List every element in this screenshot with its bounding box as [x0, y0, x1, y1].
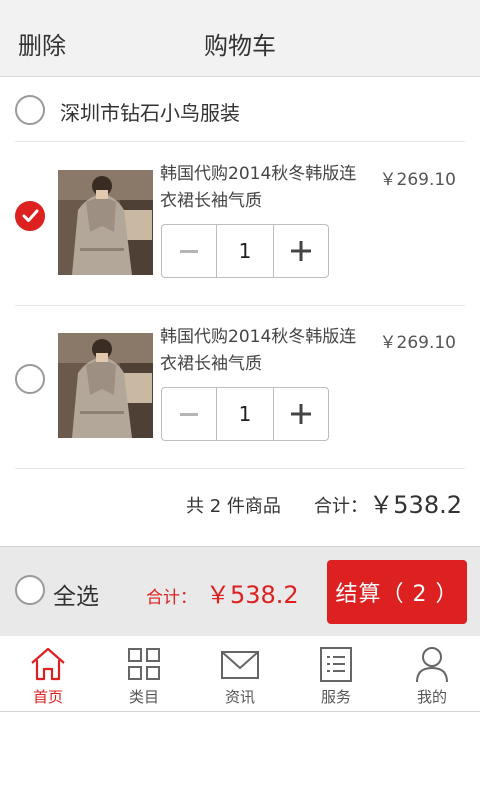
cart-item: 韩国代购2014秋冬韩版连衣裙长袖气质 ￥269.10 1 [0, 306, 480, 468]
product-image[interactable] [58, 170, 153, 275]
bottom-tab-bar: 首页 类目 资讯 服务 我的 [0, 636, 480, 712]
plus-icon [291, 404, 311, 424]
item-title: 韩国代购2014秋冬韩版连衣裙长袖气质 [160, 327, 357, 374]
tab-label: 类目 [128, 688, 159, 706]
tab-label: 资讯 [224, 688, 255, 706]
bar-total-label: 合计： [146, 588, 197, 608]
item-price: ￥269.10 [379, 333, 456, 353]
tab-service[interactable]: 服务 [288, 636, 384, 711]
tab-home[interactable]: 首页 [0, 636, 96, 711]
item-count-number: 2 [209, 496, 222, 517]
quantity-stepper: 1 [161, 387, 329, 441]
select-all-radio[interactable] [15, 575, 45, 605]
decrease-button[interactable] [162, 388, 216, 440]
store-select-radio[interactable] [15, 95, 45, 125]
tab-label: 首页 [32, 688, 63, 706]
list-icon [320, 647, 352, 682]
tab-news[interactable]: 资讯 [192, 636, 288, 711]
tab-label: 我的 [416, 688, 447, 706]
home-icon [31, 647, 65, 681]
product-image[interactable] [58, 333, 153, 438]
tab-me[interactable]: 我的 [384, 636, 480, 711]
store-row: 深圳市钻石小鸟服装 [0, 80, 480, 140]
divider [15, 468, 465, 469]
checkout-bar: 全选 合计： ￥538.2 结算（ 2 ） [0, 546, 480, 636]
top-bar: 删除 购物车 [0, 0, 480, 77]
cart-item: 韩国代购2014秋冬韩版连衣裙长袖气质 ￥269.10 1 [0, 143, 480, 305]
quantity-value[interactable]: 1 [216, 225, 274, 277]
item-select-radio[interactable] [15, 364, 45, 394]
increase-button[interactable] [274, 225, 328, 277]
checkmark-icon [22, 209, 39, 222]
mail-icon [221, 651, 259, 679]
grid-icon [128, 648, 160, 680]
item-count: 共 2 件商品 [186, 492, 281, 518]
divider [15, 141, 465, 142]
total-value: ￥538.2 [369, 491, 462, 519]
select-all-label[interactable]: 全选 [53, 577, 99, 611]
quantity-value[interactable]: 1 [216, 388, 274, 440]
store-name: 深圳市钻石小鸟服装 [60, 101, 240, 125]
decrease-button[interactable] [162, 225, 216, 277]
item-price: ￥269.10 [379, 170, 456, 190]
item-select-radio[interactable] [15, 201, 45, 231]
minus-icon [180, 412, 198, 416]
increase-button[interactable] [274, 388, 328, 440]
item-count-prefix: 共 [186, 496, 204, 517]
tab-category[interactable]: 类目 [96, 636, 192, 711]
plus-icon [291, 241, 311, 261]
item-count-suffix: 件商品 [226, 496, 281, 517]
cart-summary: 共 2 件商品 合计： ￥538.2 [0, 470, 480, 540]
total-label: 合计： [314, 496, 368, 517]
bar-total-value: ￥538.2 [206, 581, 299, 609]
quantity-stepper: 1 [161, 224, 329, 278]
item-title: 韩国代购2014秋冬韩版连衣裙长袖气质 [160, 164, 357, 211]
page-title: 购物车 [204, 32, 276, 60]
tab-label: 服务 [320, 688, 351, 706]
minus-icon [180, 249, 198, 253]
checkout-button[interactable]: 结算（ 2 ） [327, 560, 467, 624]
user-icon [416, 647, 448, 683]
